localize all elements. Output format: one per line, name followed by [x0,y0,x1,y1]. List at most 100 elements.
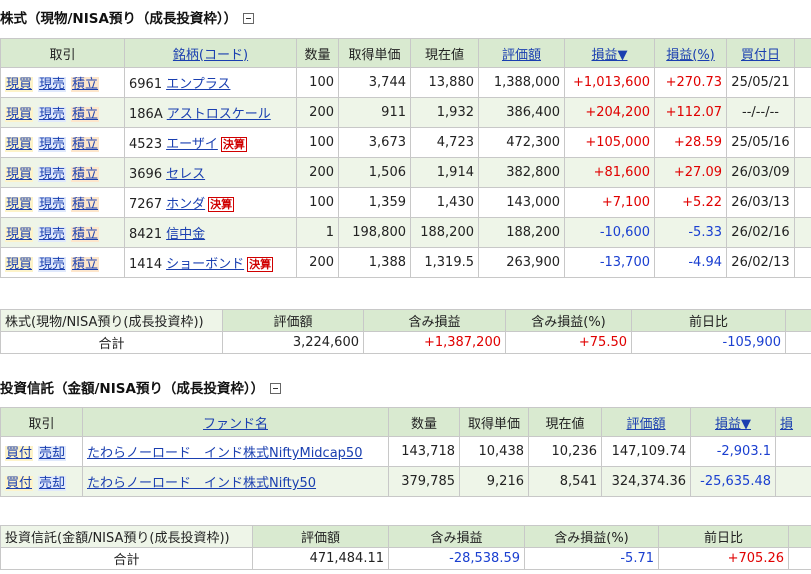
funds-total-pl: -28,538.59 [388,547,525,570]
buy-link[interactable]: 現買 [5,197,34,212]
stock-name-cell: 3696 セレス [124,157,297,188]
funds-summary-header: 投資信託(金額/NISA預り(成長投資枠)) 評価額 含み損益 含み損益(%) … [0,525,811,548]
stock-date: --/--/-- [726,97,795,128]
funds-summary-h-plpct: 含み損益(%) [524,525,659,548]
stocks-summary-header: 株式(現物/NISA預り(成長投資枠)) 評価額 含み損益 含み損益(%) 前日… [0,309,811,332]
stock-plpct: +28.59 [654,127,727,158]
accumulate-link[interactable]: 積立 [71,197,100,212]
fund-qty: 143,718 [388,436,460,467]
buy-link[interactable]: 現買 [5,257,34,272]
sort-plpct[interactable]: 損益(%) [654,38,727,68]
stock-pl: -10,600 [564,217,655,248]
stock-name-link[interactable]: セレス [166,167,205,182]
stock-actions: 現買 現売 積立 [0,187,125,218]
sort-date[interactable]: 買付日 [726,38,795,68]
funds-title-text: 投資信託（金額/NISA預り（成長投資枠）） [0,381,265,397]
fund-name-link[interactable]: たわらノーロード インド株式Nifty50 [87,476,316,491]
buy-link[interactable]: 現買 [5,227,34,242]
sell-link[interactable]: 現売 [38,197,67,212]
collapse-stocks-icon[interactable] [243,12,255,24]
stocks-summary-label: 株式(現物/NISA預り(成長投資枠)) [0,309,223,332]
stock-plpct: -5.33 [654,217,727,248]
stocks-summary-h-prev: 前日比 [631,309,786,332]
fund-row: 買付 売却 たわらノーロード インド株式NiftyMidcap50 143,718 10… [0,436,811,467]
sell-link[interactable]: 現売 [38,227,67,242]
stock-cost: 198,800 [338,217,411,248]
fund-sell-link[interactable]: 売却 [38,476,67,491]
stock-price: 188,200 [410,217,479,248]
sell-link[interactable]: 現売 [38,107,67,122]
stock-qty: 100 [296,67,339,98]
accumulate-link[interactable]: 積立 [71,167,100,182]
stock-plpct: +270.73 [654,67,727,98]
accumulate-link[interactable]: 積立 [71,77,100,92]
stock-plpct: +112.07 [654,97,727,128]
fund-value: 147,109.74 [601,436,691,467]
stock-price: 1,914 [410,157,479,188]
stock-price: 13,880 [410,67,479,98]
stock-actions: 現買 現売 積立 [0,247,125,278]
stock-cost: 3,744 [338,67,411,98]
sort-name[interactable]: 銘柄(コード) [124,38,297,68]
col-extra [794,38,811,68]
fund-sort-name[interactable]: ファンド名 [82,407,389,437]
funds-summary-label: 投資信託(金額/NISA預り(成長投資枠)) [0,525,253,548]
col-qty: 数量 [296,38,339,68]
funds-header-row: 取引 ファンド名 数量 取得単価 現在値 評価額 損益▼ 損 [0,407,811,437]
stock-date: 26/02/13 [726,247,795,278]
fund-pl: -25,635.48 [690,466,776,497]
fund-sort-value[interactable]: 評価額 [601,407,691,437]
stock-cost: 911 [338,97,411,128]
fund-actions: 買付 売却 [0,466,83,497]
fund-sort-extra[interactable]: 損 [775,407,811,437]
stock-qty: 100 [296,187,339,218]
sort-value[interactable]: 評価額 [478,38,565,68]
funds-total-label: 合計 [0,547,253,570]
buy-link[interactable]: 現買 [5,77,34,92]
stock-value: 1,388,000 [478,67,565,98]
stock-name-link[interactable]: エーザイ [166,137,218,152]
stock-name-link[interactable]: ホンダ [166,197,205,212]
stock-row: 現買 現売 積立 7267 ホンダ 決算 100 1,359 1,430 143,000 +7,10… [0,187,811,218]
earnings-badge[interactable]: 決算 [220,137,247,152]
sort-pl[interactable]: 損益▼ [564,38,655,68]
fund-sell-link[interactable]: 売却 [38,446,67,461]
stock-name-cell: 6961 エンプラス [124,67,297,98]
buy-link[interactable]: 現買 [5,167,34,182]
stocks-header-row: 取引 銘柄(コード) 数量 取得単価 現在値 評価額 損益▼ 損益(%) 買付日 [0,38,811,68]
buy-link[interactable]: 現買 [5,107,34,122]
col-price: 現在値 [410,38,479,68]
stocks-summary-h-plpct: 含み損益(%) [505,309,632,332]
accumulate-link[interactable]: 積立 [71,137,100,152]
fund-sort-pl[interactable]: 損益▼ [690,407,776,437]
stock-name-link[interactable]: アストロスケール [167,107,271,122]
accumulate-link[interactable]: 積立 [71,257,100,272]
stock-date: 25/05/16 [726,127,795,158]
stock-name-cell: 186A アストロスケール [124,97,297,128]
collapse-funds-icon[interactable] [270,382,282,394]
fund-buy-link[interactable]: 買付 [5,446,34,461]
stock-code: 3696 [129,167,163,182]
funds-summary-h-pl: 含み損益 [388,525,525,548]
fund-value: 324,374.36 [601,466,691,497]
accumulate-link[interactable]: 積立 [71,227,100,242]
sell-link[interactable]: 現売 [38,167,67,182]
sell-link[interactable]: 現売 [38,77,67,92]
stock-name-link[interactable]: ショーボンド [166,257,244,272]
stock-code: 8421 [129,227,163,242]
fund-name-link[interactable]: たわらノーロード インド株式NiftyMidcap50 [87,446,362,461]
sell-link[interactable]: 現売 [38,257,67,272]
stock-value: 188,200 [478,217,565,248]
accumulate-link[interactable]: 積立 [71,107,100,122]
earnings-badge[interactable]: 決算 [208,197,235,212]
stock-name-link[interactable]: エンプラス [166,77,230,92]
earnings-badge[interactable]: 決算 [247,257,274,272]
funds-summary-row: 合計 471,484.11 -28,538.59 -5.71 +705.26 [0,547,811,570]
sell-link[interactable]: 現売 [38,137,67,152]
stock-pl: +1,013,600 [564,67,655,98]
col-trade: 取引 [0,38,125,68]
stock-code: 7267 [129,197,163,212]
buy-link[interactable]: 現買 [5,137,34,152]
fund-buy-link[interactable]: 買付 [5,476,34,491]
stock-name-link[interactable]: 信中金 [166,227,205,242]
